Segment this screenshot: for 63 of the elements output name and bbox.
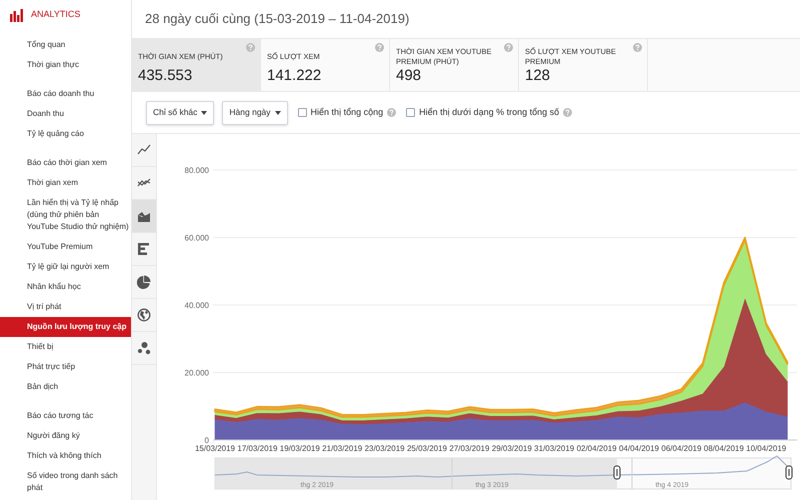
x-axis-label: 27/03/2019 — [449, 444, 490, 453]
dropdown-button[interactable]: Hàng ngày — [222, 100, 288, 124]
pie-chart-icon — [137, 275, 151, 289]
x-axis-label: 23/03/2019 — [364, 444, 405, 453]
sidebar-item[interactable]: Lần hiển thị và Tỷ lệ nhấp (dùng thử phiên bản YouTube Studio thử nghiệm) — [0, 193, 131, 237]
metric-value: 435.553 — [138, 67, 194, 85]
x-axis-label: 17/03/2019 — [237, 444, 278, 453]
bubble-chart-icon — [137, 341, 151, 355]
sidebar-item[interactable]: Báo cáo doanh thu — [0, 84, 131, 104]
x-axis-label: 08/04/2019 — [704, 444, 744, 453]
x-axis-label: 31/03/2019 — [534, 444, 574, 453]
checkbox[interactable] — [298, 108, 307, 117]
checkbox[interactable] — [406, 108, 416, 117]
sidebar-item[interactable]: Nguồn lưu lượng truy cập — [0, 317, 131, 337]
range-handle[interactable] — [614, 466, 620, 480]
sidebar-title: ANALYTICS — [31, 8, 80, 22]
x-axis-label: 10/04/2019 — [746, 444, 786, 453]
sidebar-item[interactable]: Người đăng ký — [0, 426, 131, 446]
sidebar-item[interactable]: Vị trí phát — [0, 297, 131, 317]
chart-type-tab[interactable] — [132, 200, 156, 233]
sidebar-item[interactable]: Báo cáo thời gian xem — [0, 153, 131, 173]
sidebar-item[interactable]: YouTube Premium — [0, 237, 131, 257]
sidebar-item[interactable]: Tổng quan — [0, 35, 131, 55]
x-axis-label: 15/03/2019 — [194, 444, 236, 453]
sidebar-item[interactable]: Phát trực tiếp — [0, 357, 131, 377]
metric-value: 498 — [396, 67, 422, 85]
sidebar-item[interactable]: Thời gian xem — [0, 173, 131, 193]
sidebar-item[interactable]: Thích và không thích — [0, 446, 131, 466]
x-axis-label: 25/03/2019 — [406, 444, 448, 453]
metric-value: 128 — [525, 67, 552, 85]
sidebar-item[interactable]: Doanh thu — [0, 104, 131, 124]
dropdown-button[interactable]: Chỉ số khác — [146, 100, 214, 124]
x-axis-label: 29/03/2019 — [492, 444, 532, 453]
caret-icon — [201, 110, 208, 114]
sidebar-item[interactable]: Thiết bị — [0, 337, 131, 357]
x-axis-label: 06/04/2019 — [661, 444, 702, 453]
sidebar-item[interactable]: Tỷ lệ quảng cáo — [0, 124, 131, 144]
sidebar-item[interactable]: Bản dịch — [0, 377, 131, 397]
sidebar-item[interactable]: Tỷ lệ giữ lại người xem — [0, 257, 131, 277]
y-axis-label: 80.000 — [184, 166, 209, 175]
y-axis-label: 0 — [204, 436, 209, 445]
y-axis-label: 40.000 — [184, 301, 209, 310]
bar-chart-icon — [137, 242, 151, 256]
y-axis-label: 20.000 — [184, 368, 209, 378]
y-axis-label: 60.000 — [184, 234, 209, 242]
checkbox-label: Hiển thị dưới dạng % trong tổng số — [419, 106, 560, 119]
caret-icon — [274, 110, 281, 114]
sidebar-item[interactable]: Thời gian thực — [0, 55, 131, 75]
globe-icon — [137, 308, 151, 322]
metric-value: 141.222 — [267, 67, 322, 85]
sidebar-item[interactable]: Nhân khẩu học — [0, 277, 131, 297]
sidebar-item[interactable]: Báo cáo tương tác — [0, 406, 131, 426]
date-range-title: 28 ngày cuối cùng (15-03-2019 – 11-04-2019) — [145, 10, 410, 28]
x-axis-label: 02/04/2019 — [576, 444, 617, 453]
x-axis-label: 19/03/2019 — [280, 444, 320, 453]
x-axis-label: 04/04/2019 — [618, 444, 660, 453]
area-chart-icon — [137, 209, 151, 223]
x-axis-label: 21/03/2019 — [322, 444, 362, 453]
sidebar-item[interactable]: Số video trong danh sách phát — [0, 466, 131, 498]
bar-chart-icon — [10, 8, 23, 22]
line-chart-icon — [137, 143, 151, 157]
range-handle[interactable] — [786, 466, 792, 480]
checkbox-label: Hiển thị tổng cộng — [310, 106, 384, 119]
